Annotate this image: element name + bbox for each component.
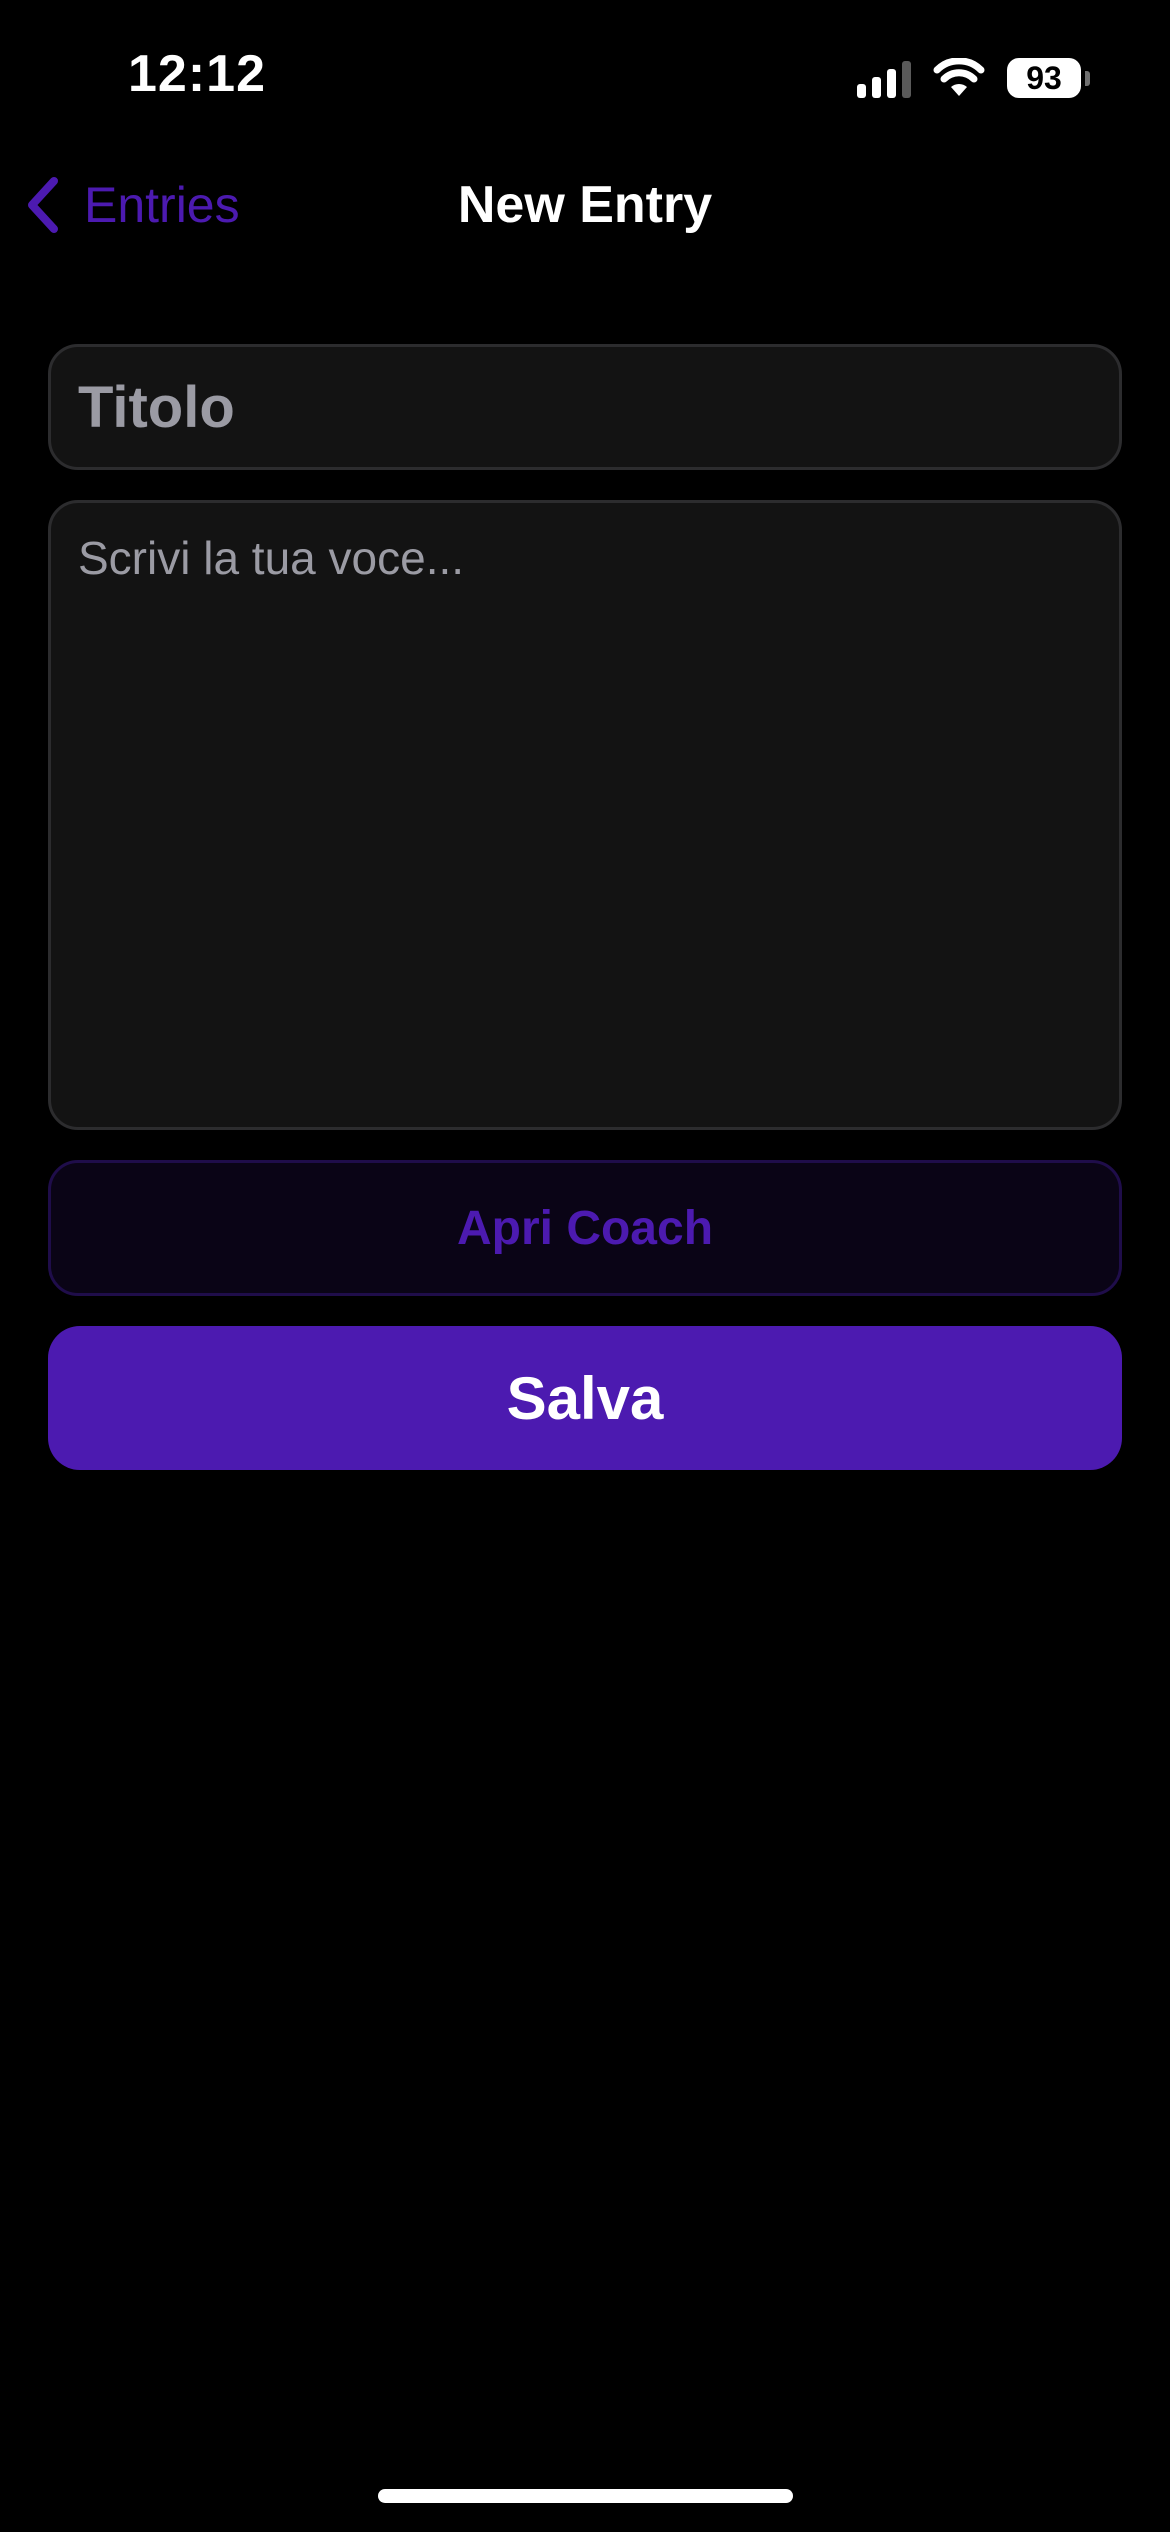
title-input[interactable]: [48, 344, 1122, 470]
status-time: 12:12: [128, 45, 266, 103]
wifi-icon: [933, 58, 985, 98]
save-button-label: Salva: [506, 1364, 664, 1432]
battery-level: 93: [1007, 58, 1081, 98]
status-bar: 12:12 93: [0, 0, 1170, 150]
open-coach-button-label: Apri Coach: [456, 1201, 714, 1255]
signal-icon: [857, 58, 911, 98]
open-coach-button[interactable]: Apri Coach: [48, 1160, 1122, 1296]
page-title: New Entry: [457, 176, 713, 234]
entry-body-textarea[interactable]: [48, 500, 1122, 1130]
home-indicator[interactable]: [378, 2489, 793, 2503]
battery-tip: [1085, 70, 1090, 86]
navigation-bar: Entries New Entry: [0, 160, 1170, 250]
battery-icon: 93: [1007, 58, 1090, 98]
save-button[interactable]: Salva: [48, 1326, 1122, 1470]
status-icons: 93: [857, 54, 1090, 102]
